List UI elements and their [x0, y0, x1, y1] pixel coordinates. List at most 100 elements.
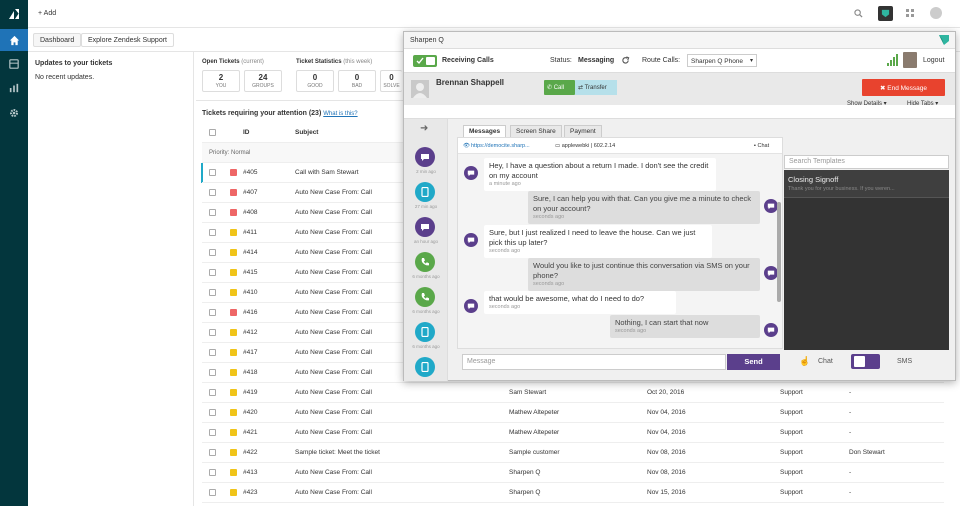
col-id[interactable]: ID [243, 129, 250, 136]
row-checkbox[interactable] [209, 409, 216, 416]
ticket-id[interactable]: #414 [243, 249, 257, 256]
show-details-toggle[interactable]: Show Details ▾ [847, 100, 887, 107]
messages-scrollbar[interactable] [777, 202, 781, 302]
reporting-icon[interactable] [0, 77, 28, 99]
table-row[interactable]: #419 Auto New Case From: Call Sam Stewart O… [202, 383, 944, 403]
session-url[interactable]: https://democite.sharp... [471, 143, 530, 149]
tab-dashboard[interactable]: Dashboard [33, 33, 82, 47]
row-checkbox[interactable] [209, 229, 216, 236]
ticket-subject[interactable]: Auto New Case From: Call [295, 409, 372, 416]
chat-icon[interactable] [415, 217, 435, 237]
row-checkbox[interactable] [209, 269, 216, 276]
row-checkbox[interactable] [209, 389, 216, 396]
sms-icon[interactable] [415, 357, 435, 377]
ticket-id[interactable]: #405 [243, 169, 257, 176]
sharpen-app-icon[interactable] [878, 6, 893, 21]
ticket-subject[interactable]: Auto New Case From: Call [295, 369, 372, 376]
views-icon[interactable] [0, 53, 28, 75]
row-checkbox[interactable] [209, 189, 216, 196]
row-checkbox[interactable] [209, 249, 216, 256]
logout-link[interactable]: Logout [923, 57, 944, 64]
ticket-id[interactable]: #408 [243, 209, 257, 216]
message-input[interactable]: Message [462, 354, 726, 370]
sms-icon[interactable] [415, 182, 435, 202]
ticket-subject[interactable]: Auto New Case From: Call [295, 469, 372, 476]
ticket-subject[interactable]: Auto New Case From: Call [295, 349, 372, 356]
transfer-button[interactable]: ⇄ Transfer [575, 80, 617, 95]
template-item[interactable]: Closing Signoff Thank you for your busin… [784, 170, 949, 198]
table-row[interactable]: #423 Auto New Case From: Call Sharpen Q Nov… [202, 483, 944, 503]
admin-gear-icon[interactable] [0, 102, 28, 124]
row-checkbox[interactable] [209, 289, 216, 296]
ticket-id[interactable]: #419 [243, 389, 257, 396]
ticket-id[interactable]: #421 [243, 429, 257, 436]
ticket-subject[interactable]: Auto New Case From: Call [295, 489, 372, 496]
zendesk-logo[interactable] [0, 3, 28, 25]
chat-sms-toggle[interactable] [851, 354, 880, 369]
receiving-toggle[interactable] [413, 55, 437, 67]
ticket-subject[interactable]: Call with Sam Stewart [295, 169, 359, 176]
stat-groups[interactable]: 24 GROUPS [244, 70, 282, 92]
user-avatar[interactable] [930, 7, 942, 19]
row-checkbox[interactable] [209, 329, 216, 336]
ticket-id[interactable]: #416 [243, 309, 257, 316]
ticket-subject[interactable]: Auto New Case From: Call [295, 269, 372, 276]
row-checkbox[interactable] [209, 369, 216, 376]
end-message-button[interactable]: ✖ End Message [862, 79, 945, 96]
stat-good[interactable]: 0 GOOD [296, 70, 334, 92]
ticket-id[interactable]: #407 [243, 189, 257, 196]
row-checkbox[interactable] [209, 489, 216, 496]
ticket-id[interactable]: #411 [243, 229, 257, 236]
tab-screen-share[interactable]: Screen Share [510, 125, 562, 137]
ticket-subject[interactable]: Auto New Case From: Call [295, 329, 372, 336]
home-icon[interactable] [0, 29, 28, 51]
sms-icon[interactable] [415, 322, 435, 342]
call-button[interactable]: ✆ Call [544, 80, 575, 95]
chat-icon[interactable] [415, 147, 435, 167]
row-checkbox[interactable] [209, 309, 216, 316]
ticket-subject[interactable]: Auto New Case From: Call [295, 429, 372, 436]
row-checkbox[interactable] [209, 349, 216, 356]
ticket-id[interactable]: #412 [243, 329, 257, 336]
tab-messages[interactable]: Messages [463, 125, 507, 137]
send-button[interactable]: Send [727, 354, 780, 370]
ticket-id[interactable]: #420 [243, 409, 257, 416]
select-all-checkbox[interactable] [209, 129, 216, 136]
apps-grid-icon[interactable] [906, 9, 914, 19]
row-checkbox[interactable] [209, 169, 216, 176]
row-checkbox[interactable] [209, 429, 216, 436]
row-checkbox[interactable] [209, 469, 216, 476]
arrow-right-icon[interactable]: ➜ [420, 123, 428, 134]
search-icon[interactable] [854, 9, 863, 20]
phone-icon[interactable] [415, 252, 435, 272]
row-checkbox[interactable] [209, 209, 216, 216]
ticket-id[interactable]: #417 [243, 349, 257, 356]
ticket-subject[interactable]: Sample ticket: Meet the ticket [295, 449, 380, 456]
table-row[interactable]: #422 Sample ticket: Meet the ticket Sample… [202, 443, 944, 463]
table-row[interactable]: #421 Auto New Case From: Call Mathew Altep… [202, 423, 944, 443]
ticket-subject[interactable]: Auto New Case From: Call [295, 229, 372, 236]
add-button[interactable]: + Add [38, 10, 56, 17]
ticket-subject[interactable]: Auto New Case From: Call [295, 389, 372, 396]
ticket-subject[interactable]: Auto New Case From: Call [295, 289, 372, 296]
hide-tabs-toggle[interactable]: Hide Tabs ▾ [907, 100, 938, 107]
ticket-id[interactable]: #423 [243, 489, 257, 496]
ticket-subject[interactable]: Auto New Case From: Call [295, 189, 372, 196]
template-search-input[interactable]: Search Templates [784, 155, 949, 169]
ticket-id[interactable]: #418 [243, 369, 257, 376]
phone-icon[interactable] [415, 287, 435, 307]
col-subject[interactable]: Subject [295, 129, 318, 136]
ticket-subject[interactable]: Auto New Case From: Call [295, 209, 372, 216]
stat-solved[interactable]: 0 SOLVE [380, 70, 402, 92]
stat-you[interactable]: 2 YOU [202, 70, 240, 92]
whats-this-link[interactable]: What is this? [323, 111, 357, 117]
ticket-subject[interactable]: Auto New Case From: Call [295, 249, 372, 256]
status-value[interactable]: Messaging [578, 57, 614, 64]
ticket-subject[interactable]: Auto New Case From: Call [295, 309, 372, 316]
refresh-icon[interactable] [621, 56, 630, 67]
tab-payment[interactable]: Payment [564, 125, 602, 137]
ticket-id[interactable]: #422 [243, 449, 257, 456]
ticket-id[interactable]: #410 [243, 289, 257, 296]
table-row[interactable]: #413 Auto New Case From: Call Sharpen Q Nov… [202, 463, 944, 483]
stat-bad[interactable]: 0 BAD [338, 70, 376, 92]
